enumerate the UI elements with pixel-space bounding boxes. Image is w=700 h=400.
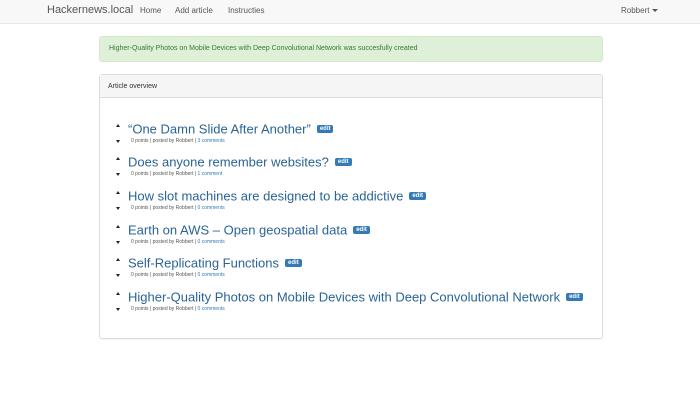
- upvote-icon[interactable]: [116, 191, 120, 194]
- article-points: 0 points: [131, 171, 149, 177]
- downvote-icon[interactable]: [116, 241, 120, 244]
- article-title-row: Higher-Quality Photos on Mobile Devices …: [128, 288, 583, 306]
- downvote-icon[interactable]: [116, 308, 120, 311]
- edit-button[interactable]: edit: [334, 157, 352, 166]
- article-points: 0 points: [131, 272, 149, 278]
- article-points: 0 points: [131, 239, 149, 245]
- article-comments-link[interactable]: 0 comments: [198, 205, 225, 211]
- upvote-icon[interactable]: [116, 225, 120, 228]
- article-posted-by: posted by Robbert: [152, 272, 194, 278]
- article-posted-by: posted by Robbert: [152, 306, 194, 312]
- article-title-row: How slot machines are designed to be add…: [128, 187, 426, 205]
- article-meta: 0 points | posted by Robbert | 0 comment…: [131, 272, 225, 278]
- nav-instructions-link[interactable]: Instructies: [228, 6, 264, 15]
- article-points: 0 points: [131, 306, 149, 312]
- brand-link[interactable]: Hackernews.local: [47, 4, 133, 16]
- user-menu[interactable]: Robbert: [621, 6, 659, 15]
- caret-down-icon: [652, 9, 659, 13]
- article-posted-by: posted by Robbert: [152, 138, 194, 144]
- downvote-icon[interactable]: [116, 207, 120, 210]
- downvote-icon[interactable]: [116, 140, 120, 143]
- article-meta: 0 points | posted by Robbert | 3 comment…: [131, 138, 225, 144]
- article-title-link[interactable]: How slot machines are designed to be add…: [128, 188, 403, 203]
- edit-button[interactable]: edit: [409, 191, 426, 200]
- edit-button[interactable]: edit: [566, 292, 583, 301]
- article-title-link[interactable]: Earth on AWS – Open geospatial data: [128, 222, 347, 237]
- vote-controls: [115, 258, 123, 280]
- article-posted-by: posted by Robbert: [152, 205, 194, 211]
- upvote-icon[interactable]: [116, 157, 120, 160]
- edit-button[interactable]: edit: [285, 258, 302, 267]
- article-overview-panel: Article overview “One Damn Slide After A…: [99, 74, 603, 339]
- article-meta: 0 points | posted by Robbert | 0 comment…: [131, 306, 225, 312]
- vote-controls: [115, 225, 123, 247]
- edit-button[interactable]: edit: [353, 225, 370, 234]
- article-posted-by: posted by Robbert: [152, 239, 194, 245]
- downvote-icon[interactable]: [116, 173, 120, 176]
- vote-controls: [115, 292, 123, 314]
- alert-message: Higher-Quality Photos on Mobile Devices …: [109, 45, 418, 52]
- article-title-row: Self-Replicating Functions edit: [128, 254, 302, 272]
- nav-home-link[interactable]: Home: [140, 6, 161, 15]
- success-alert: Higher-Quality Photos on Mobile Devices …: [99, 36, 603, 62]
- article-title-row: “One Damn Slide After Another” edit: [128, 120, 334, 138]
- downvote-icon[interactable]: [116, 274, 120, 277]
- article-title-row: Earth on AWS – Open geospatial data edit: [128, 221, 370, 239]
- article-item: Self-Replicating Functions edit 0 points …: [115, 254, 595, 284]
- article-item: “One Damn Slide After Another” edit 0 poi…: [115, 120, 595, 150]
- panel-heading: Article overview: [100, 75, 602, 98]
- article-title-link[interactable]: “One Damn Slide After Another”: [128, 121, 311, 136]
- article-meta: 0 points | posted by Robbert | 0 comment…: [131, 205, 225, 211]
- article-comments-link[interactable]: 0 comments: [198, 239, 225, 245]
- panel-heading-text: Article overview: [108, 83, 158, 90]
- article-item: Higher-Quality Photos on Mobile Devices …: [115, 288, 595, 318]
- article-title-link[interactable]: Does anyone remember websites?: [128, 154, 329, 169]
- article-meta: 0 points | posted by Robbert | 1 comment: [131, 171, 223, 177]
- article-item: Earth on AWS – Open geospatial data edit …: [115, 221, 595, 251]
- edit-button[interactable]: edit: [316, 124, 334, 133]
- article-points: 0 points: [131, 205, 149, 211]
- article-meta: 0 points | posted by Robbert | 0 comment…: [131, 239, 225, 245]
- article-comments-link[interactable]: 3 comments: [198, 138, 225, 144]
- vote-controls: [115, 191, 123, 213]
- nav-add-article-link[interactable]: Add article: [175, 6, 213, 15]
- vote-controls: [115, 124, 123, 146]
- article-title-link[interactable]: Higher-Quality Photos on Mobile Devices …: [128, 289, 560, 304]
- article-posted-by: posted by Robbert: [152, 171, 194, 177]
- vote-controls: [115, 157, 123, 179]
- article-item: Does anyone remember websites? edit 0 poi…: [115, 153, 595, 183]
- upvote-icon[interactable]: [116, 258, 120, 261]
- upvote-icon[interactable]: [116, 124, 120, 127]
- article-item: How slot machines are designed to be add…: [115, 187, 595, 217]
- navbar: Hackernews.local Home Add article Instru…: [0, 0, 700, 24]
- article-title-row: Does anyone remember websites? edit: [128, 153, 352, 171]
- upvote-icon[interactable]: [116, 292, 120, 295]
- user-name: Robbert: [621, 6, 650, 15]
- article-comments-link[interactable]: 1 comment: [198, 171, 223, 177]
- article-title-link[interactable]: Self-Replicating Functions: [128, 255, 279, 270]
- article-points: 0 points: [131, 138, 149, 144]
- article-comments-link[interactable]: 0 comments: [198, 306, 225, 312]
- article-comments-link[interactable]: 0 comments: [198, 272, 225, 278]
